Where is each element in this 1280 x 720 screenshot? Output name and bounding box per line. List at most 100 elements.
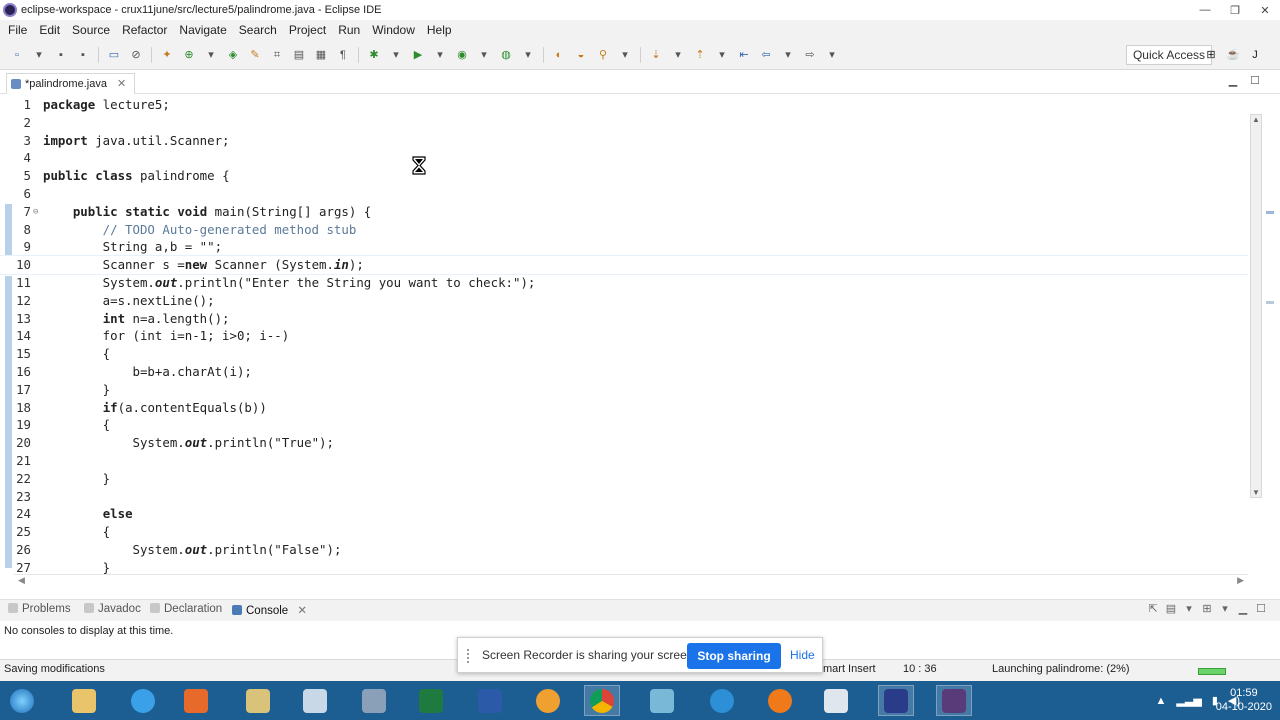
taskbar-screen-recorder[interactable] — [878, 685, 914, 716]
signal-icon[interactable]: ▂▃▅ — [1176, 694, 1201, 707]
code-line[interactable]: 23 — [0, 488, 1248, 506]
maximize-button[interactable]: ❐ — [1220, 0, 1250, 20]
close-tab-icon[interactable]: ✕ — [117, 78, 126, 90]
taskbar-file-explorer[interactable] — [66, 685, 102, 716]
run-icon[interactable]: ▶ — [410, 47, 426, 63]
external-tools-icon[interactable]: ◍ — [498, 47, 514, 63]
show-hidden-icons-icon[interactable]: ▲ — [1156, 695, 1167, 707]
tab-javadoc[interactable]: Javadoc — [84, 603, 141, 615]
maximize-editor-icon[interactable]: ☐ — [1244, 74, 1266, 87]
java-perspective-icon[interactable]: J — [1246, 46, 1264, 64]
code-line[interactable]: 21 — [0, 452, 1248, 470]
taskbar-internet-explorer[interactable] — [125, 685, 161, 716]
menu-window[interactable]: Window — [366, 23, 421, 37]
code-line[interactable]: 5 public class palindrome { — [0, 167, 1248, 185]
taskbar-media-player[interactable] — [178, 685, 214, 716]
new-icon[interactable]: ▫ — [9, 47, 25, 63]
code-line[interactable]: 2 — [0, 114, 1248, 132]
code-line[interactable]: 17 } — [0, 381, 1248, 399]
code-line[interactable]: 22 } — [0, 470, 1248, 488]
tab-console[interactable]: Console ✕ — [232, 603, 307, 617]
new-console-icon[interactable]: ⊞ — [1198, 602, 1216, 615]
code-line[interactable]: 3 import java.util.Scanner; — [0, 132, 1248, 150]
menu-help[interactable]: Help — [421, 23, 458, 37]
chevron-down-icon[interactable]: ▾ — [1216, 602, 1234, 615]
open-type-icon[interactable]: ◐ — [551, 47, 567, 63]
code-line[interactable]: 11 System.out.println("Enter the String … — [0, 274, 1248, 292]
previous-annotation-icon[interactable]: ⇡ — [692, 47, 708, 63]
dropdown-icon[interactable]: ▾ — [714, 47, 730, 63]
taskbar-eclipse[interactable] — [936, 685, 972, 716]
debug-icon[interactable]: ✱ — [366, 47, 382, 63]
menu-search[interactable]: Search — [233, 23, 283, 37]
dropdown-icon[interactable]: ▾ — [520, 47, 536, 63]
dropdown-icon[interactable]: ▾ — [388, 47, 404, 63]
open-perspective-icon[interactable]: ⊞ — [1202, 46, 1220, 64]
minimize-editor-icon[interactable]: ▁ — [1222, 74, 1244, 87]
new-class-icon[interactable]: ◈ — [225, 47, 241, 63]
code-line[interactable]: 19 { — [0, 416, 1248, 434]
taskbar-edge[interactable] — [704, 685, 740, 716]
code-line[interactable]: 8 // TODO Auto-generated method stub — [0, 221, 1248, 239]
tab-problems[interactable]: Problems — [8, 603, 71, 615]
new-package-icon[interactable]: ⊕ — [181, 47, 197, 63]
menu-navigate[interactable]: Navigate — [173, 23, 232, 37]
new-java-project-icon[interactable]: ✦ — [159, 47, 175, 63]
menu-source[interactable]: Source — [66, 23, 116, 37]
code-line[interactable]: 9 String a,b = ""; — [0, 238, 1248, 256]
code-line[interactable]: 1 package lecture5; — [0, 96, 1248, 114]
dropdown-icon[interactable]: ▾ — [476, 47, 492, 63]
code-line[interactable]: 18 if(a.contentEquals(b)) — [0, 399, 1248, 417]
menu-run[interactable]: Run — [332, 23, 366, 37]
toggle-icon[interactable]: ⌗ — [269, 47, 285, 63]
close-console-tab-icon[interactable]: ✕ — [297, 605, 307, 617]
display-console-icon[interactable]: ▤ — [1162, 602, 1180, 615]
taskbar-excel[interactable] — [413, 685, 449, 716]
taskbar-paint[interactable] — [297, 685, 333, 716]
skip-breakpoints-icon[interactable]: ⊘ — [128, 47, 144, 63]
terminal-icon[interactable]: ▭ — [106, 47, 122, 63]
scroll-right-arrow-icon[interactable]: ▶ — [1237, 575, 1244, 586]
open-console-icon[interactable]: ⇱ — [1144, 602, 1162, 615]
coverage-icon[interactable]: ◉ — [454, 47, 470, 63]
code-line[interactable]: 15 { — [0, 345, 1248, 363]
code-line[interactable]: 16 b=b+a.charAt(i); — [0, 363, 1248, 381]
code-editor[interactable]: 1 package lecture5; 2 3 import java.util.Sca… — [0, 96, 1248, 574]
open-task-icon[interactable]: ◒ — [573, 47, 589, 63]
save-icon[interactable]: ▪ — [53, 47, 69, 63]
editor-tab-palindrome[interactable]: *palindrome.java ✕ — [6, 73, 136, 94]
minimize-panel-icon[interactable]: ▁ — [1234, 602, 1252, 615]
launch-status[interactable]: Launching palindrome: (2%) — [992, 663, 1130, 675]
scroll-left-arrow-icon[interactable]: ◀ — [18, 575, 25, 586]
launch-progress-bar[interactable] — [1198, 668, 1226, 675]
search-icon[interactable]: ⚲ — [595, 47, 611, 63]
next-annotation-icon[interactable]: ⇣ — [648, 47, 664, 63]
code-line[interactable]: 4 — [0, 149, 1248, 167]
stop-sharing-button[interactable]: Stop sharing — [687, 643, 781, 669]
save-all-icon[interactable]: ▪ — [75, 47, 91, 63]
taskbar-clock[interactable]: 01:59 04-10-2020 — [1216, 686, 1272, 714]
edit-icon[interactable]: ✎ — [247, 47, 263, 63]
scroll-up-arrow-icon[interactable]: ▲ — [1251, 115, 1261, 124]
dropdown-icon[interactable]: ▾ — [670, 47, 686, 63]
dropdown-icon[interactable]: ▾ — [203, 47, 219, 63]
taskbar-chrome[interactable] — [584, 685, 620, 716]
code-line[interactable]: 27 } — [0, 559, 1248, 574]
taskbar-app[interactable] — [240, 685, 276, 716]
minimize-button[interactable]: — — [1190, 0, 1220, 20]
editor-vertical-scrollbar[interactable]: ▲ ▼ — [1250, 114, 1262, 498]
taskbar-app[interactable] — [818, 685, 854, 716]
start-button[interactable] — [4, 685, 40, 716]
maximize-panel-icon[interactable]: ☐ — [1252, 602, 1270, 615]
show-whitespace-icon[interactable]: ▦ — [313, 47, 329, 63]
menu-project[interactable]: Project — [283, 23, 332, 37]
code-line[interactable]: 24 else — [0, 505, 1248, 523]
chevron-down-icon[interactable]: ▾ — [1180, 602, 1198, 615]
code-line[interactable]: 14 for (int i=n-1; i>0; i--) — [0, 327, 1248, 345]
taskbar-word[interactable] — [472, 685, 508, 716]
code-line[interactable]: 20 System.out.println("True"); — [0, 434, 1248, 452]
taskbar-app[interactable] — [356, 685, 392, 716]
menu-file[interactable]: File — [2, 23, 33, 37]
java-ee-perspective-icon[interactable]: ☕ — [1224, 46, 1242, 64]
code-line[interactable]: 26 System.out.println("False"); — [0, 541, 1248, 559]
